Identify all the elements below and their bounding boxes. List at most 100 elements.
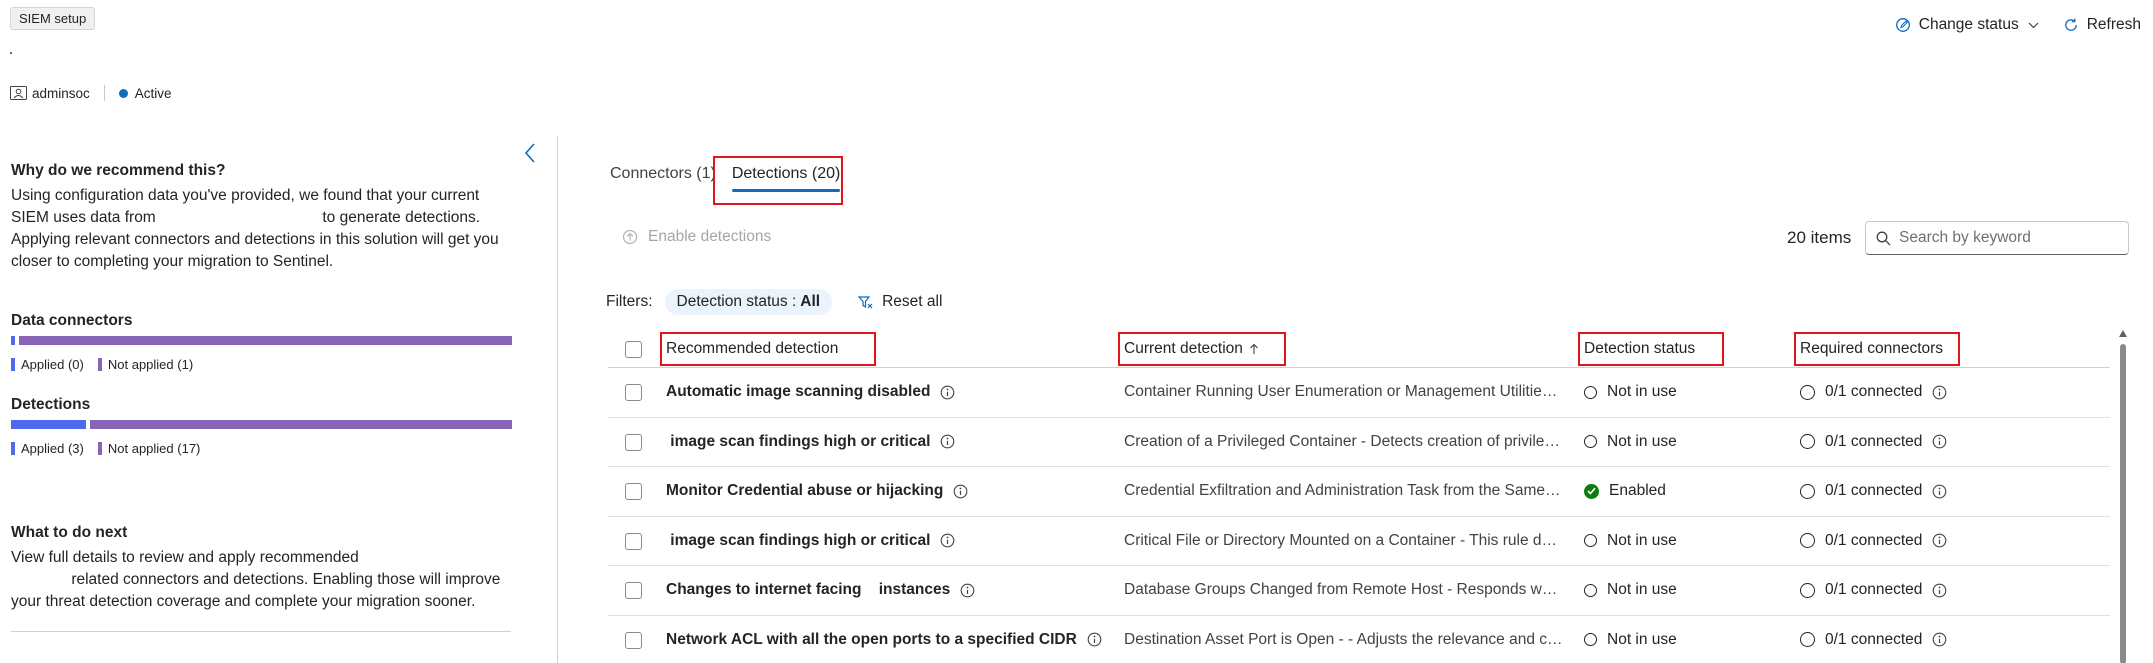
info-icon bbox=[1933, 632, 1947, 647]
row-checkbox[interactable] bbox=[625, 483, 642, 501]
change-status-button[interactable]: Change status bbox=[1895, 16, 2039, 34]
change-status-label: Change status bbox=[1918, 16, 2019, 33]
reset-all-button[interactable]: Reset all bbox=[858, 293, 942, 311]
detection-status-cell: Not in use bbox=[1584, 418, 1784, 467]
row-checkbox[interactable] bbox=[625, 384, 642, 402]
collapse-panel-button[interactable] bbox=[519, 142, 541, 164]
info-button[interactable] bbox=[1932, 632, 1947, 647]
chevron-left-icon bbox=[524, 143, 535, 163]
table-row[interactable]: Network ACL with all the open ports to a… bbox=[608, 616, 2110, 663]
chevron-down-icon bbox=[2028, 22, 2039, 28]
info-button[interactable] bbox=[940, 434, 955, 449]
table-scrollbar[interactable] bbox=[2119, 330, 2127, 663]
row-checkbox[interactable] bbox=[625, 631, 642, 649]
info-button[interactable] bbox=[940, 533, 955, 548]
detections-bar bbox=[11, 420, 512, 429]
empty-circle-icon bbox=[1800, 483, 1815, 499]
info-icon bbox=[1933, 533, 1947, 548]
info-button[interactable] bbox=[1932, 484, 1947, 499]
info-button[interactable] bbox=[1087, 632, 1102, 647]
arrow-up-circle-icon bbox=[622, 229, 638, 245]
info-icon bbox=[941, 533, 955, 548]
detection-status-cell: Not in use bbox=[1584, 566, 1784, 615]
enable-detections-button[interactable]: Enable detections bbox=[622, 228, 771, 246]
legend-applied-label: Applied (0) bbox=[21, 357, 84, 372]
detection-status-text: Not in use bbox=[1607, 581, 1677, 599]
search-input[interactable] bbox=[1899, 229, 2119, 247]
select-all-checkbox[interactable] bbox=[625, 340, 642, 358]
recommended-detection-cell[interactable]: Network ACL with all the open ports to a… bbox=[666, 616, 1116, 663]
detection-status-text: Not in use bbox=[1607, 630, 1677, 648]
legend-applied-label: Applied (3) bbox=[21, 441, 84, 456]
applied-swatch bbox=[11, 358, 15, 371]
tab-detections[interactable]: Detections (20) bbox=[731, 165, 840, 192]
refresh-button[interactable]: Refresh bbox=[2063, 16, 2141, 34]
required-connectors-text: 0/1 connected bbox=[1825, 581, 1923, 599]
col-header-status[interactable]: Detection status bbox=[1584, 330, 1784, 367]
info-button[interactable] bbox=[1932, 385, 1947, 400]
empty-circle-icon bbox=[1800, 582, 1815, 598]
required-connectors-cell: 0/1 connected bbox=[1800, 566, 2050, 615]
detection-status-filter[interactable]: Detection status : All bbox=[664, 289, 833, 315]
items-count: 20 items bbox=[1787, 228, 1852, 247]
info-button[interactable] bbox=[940, 385, 955, 400]
info-button[interactable] bbox=[960, 583, 975, 598]
info-button[interactable] bbox=[1932, 434, 1947, 449]
filter-value: All bbox=[800, 293, 821, 310]
recommended-detection-text: Network ACL with all the open ports to a… bbox=[666, 630, 1077, 648]
recommended-detection-text: image scan findings high or critical bbox=[666, 531, 931, 549]
decorative-dot bbox=[10, 52, 12, 54]
tab-connectors[interactable]: Connectors (1) bbox=[610, 165, 716, 183]
table-row[interactable]: image scan findings high or critical Crea… bbox=[608, 418, 2110, 467]
col-header-required-label: Required connectors bbox=[1800, 339, 1944, 357]
required-connectors-cell: 0/1 connected bbox=[1800, 517, 2050, 566]
next-text-part-1: View full details to review and apply re… bbox=[11, 549, 359, 566]
info-icon bbox=[1933, 583, 1947, 598]
current-detection-text: Creation of a Privileged Container - Det… bbox=[1124, 432, 1564, 450]
detection-status-cell: Enabled bbox=[1584, 467, 1784, 516]
required-connectors-cell: 0/1 connected bbox=[1800, 368, 2050, 417]
required-connectors-text: 0/1 connected bbox=[1825, 383, 1923, 401]
row-checkbox[interactable] bbox=[625, 532, 642, 550]
info-button[interactable] bbox=[1932, 583, 1947, 598]
required-connectors-text: 0/1 connected bbox=[1825, 630, 1923, 648]
refresh-label: Refresh bbox=[2086, 16, 2141, 33]
empty-circle-icon bbox=[1800, 533, 1815, 549]
recommended-detection-cell[interactable]: Automatic image scanning disabled bbox=[666, 368, 1116, 417]
info-button[interactable] bbox=[953, 484, 968, 499]
legend-not-applied-label: Not applied (17) bbox=[107, 441, 201, 456]
info-icon bbox=[1087, 632, 1102, 647]
reset-all-label: Reset all bbox=[882, 293, 943, 310]
recommended-detection-cell[interactable]: Monitor Credential abuse or hijacking bbox=[666, 467, 1116, 516]
active-status-dot bbox=[118, 88, 128, 98]
recommended-detection-cell[interactable]: image scan findings high or critical bbox=[666, 517, 1116, 566]
sort-ascending-icon bbox=[1250, 343, 1258, 354]
table-row[interactable]: Monitor Credential abuse or hijacking Cre… bbox=[608, 467, 2110, 517]
table-row[interactable]: Automatic image scanning disabled Contain… bbox=[608, 368, 2110, 418]
status-text: Active bbox=[134, 85, 172, 101]
detection-status-text: Not in use bbox=[1607, 383, 1677, 401]
recommended-detection-cell[interactable]: image scan findings high or critical bbox=[666, 418, 1116, 467]
col-header-required[interactable]: Required connectors bbox=[1800, 330, 2050, 367]
info-button[interactable] bbox=[1932, 533, 1947, 548]
col-header-current[interactable]: Current detection bbox=[1124, 330, 1574, 367]
legend-applied: Applied (0) bbox=[11, 357, 84, 372]
row-checkbox[interactable] bbox=[625, 433, 642, 451]
scroll-up-arrow[interactable] bbox=[2119, 330, 2127, 337]
table-row[interactable]: Changes to internet facing instances Data… bbox=[608, 566, 2110, 616]
recommended-detection-cell[interactable]: Changes to internet facing instances bbox=[666, 566, 1116, 615]
search-box[interactable] bbox=[1865, 221, 2129, 255]
detection-status-text: Enabled bbox=[1609, 482, 1666, 500]
status-edit-icon bbox=[1895, 18, 1910, 32]
scroll-thumb[interactable] bbox=[2120, 344, 2126, 663]
table-row[interactable]: image scan findings high or critical Crit… bbox=[608, 517, 2110, 566]
panel-divider bbox=[557, 136, 558, 663]
row-checkbox[interactable] bbox=[625, 582, 642, 600]
recommended-detection-text: Monitor Credential abuse or hijacking bbox=[666, 482, 944, 500]
current-detection-text: Container Running User Enumeration or Ma… bbox=[1124, 383, 1564, 401]
info-icon bbox=[960, 583, 975, 598]
info-icon bbox=[941, 385, 955, 400]
current-detection-text: Critical File or Directory Mounted on a … bbox=[1124, 531, 1564, 549]
col-header-recommended[interactable]: Recommended detection bbox=[666, 330, 1116, 367]
detections-table: Recommended detection Current detection … bbox=[608, 330, 2110, 663]
